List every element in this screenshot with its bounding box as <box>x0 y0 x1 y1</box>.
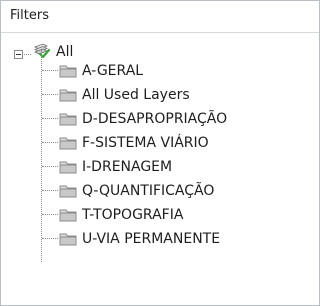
panel-title: Filters <box>10 8 49 23</box>
panel-header: Filters <box>1 1 319 33</box>
folder-icon <box>59 185 77 198</box>
tree-connector <box>42 190 58 191</box>
folder-icon <box>59 137 77 150</box>
tree-connector <box>42 118 58 119</box>
tree-connector <box>42 238 58 239</box>
tree-item-label: I-DRENAGEM <box>82 159 173 175</box>
folder-icon <box>59 161 77 174</box>
tree-item-label: A-GERAL <box>82 63 144 79</box>
tree-connector <box>42 94 58 95</box>
folder-icon <box>59 89 77 102</box>
folder-icon <box>59 233 77 246</box>
tree-item-label: T-TOPOGRAFIA <box>82 207 184 223</box>
folder-icon <box>59 113 77 126</box>
tree-item-label: Q-QUANTIFICAÇÃO <box>82 183 215 199</box>
tree-item-label: U-VIA PERMANENTE <box>82 231 221 247</box>
tree-item-label: F-SISTEMA VIÁRIO <box>82 135 209 151</box>
tree-root-label[interactable]: All <box>56 44 73 61</box>
tree-connector <box>42 70 58 71</box>
tree-connector <box>42 214 58 215</box>
tree-item-label: All Used Layers <box>82 87 190 103</box>
tree-connector <box>42 166 58 167</box>
collapse-toggle-icon[interactable] <box>14 50 23 59</box>
filters-panel: Filters All A-GERAL All Used Layers D-DE… <box>0 0 320 306</box>
tree-connector <box>41 50 42 262</box>
folder-icon <box>59 209 77 222</box>
tree-connector <box>24 54 31 55</box>
folder-icon <box>59 65 77 78</box>
tree-connector <box>42 142 58 143</box>
tree-item-label: D-DESAPROPRIAÇÃO <box>82 111 228 127</box>
